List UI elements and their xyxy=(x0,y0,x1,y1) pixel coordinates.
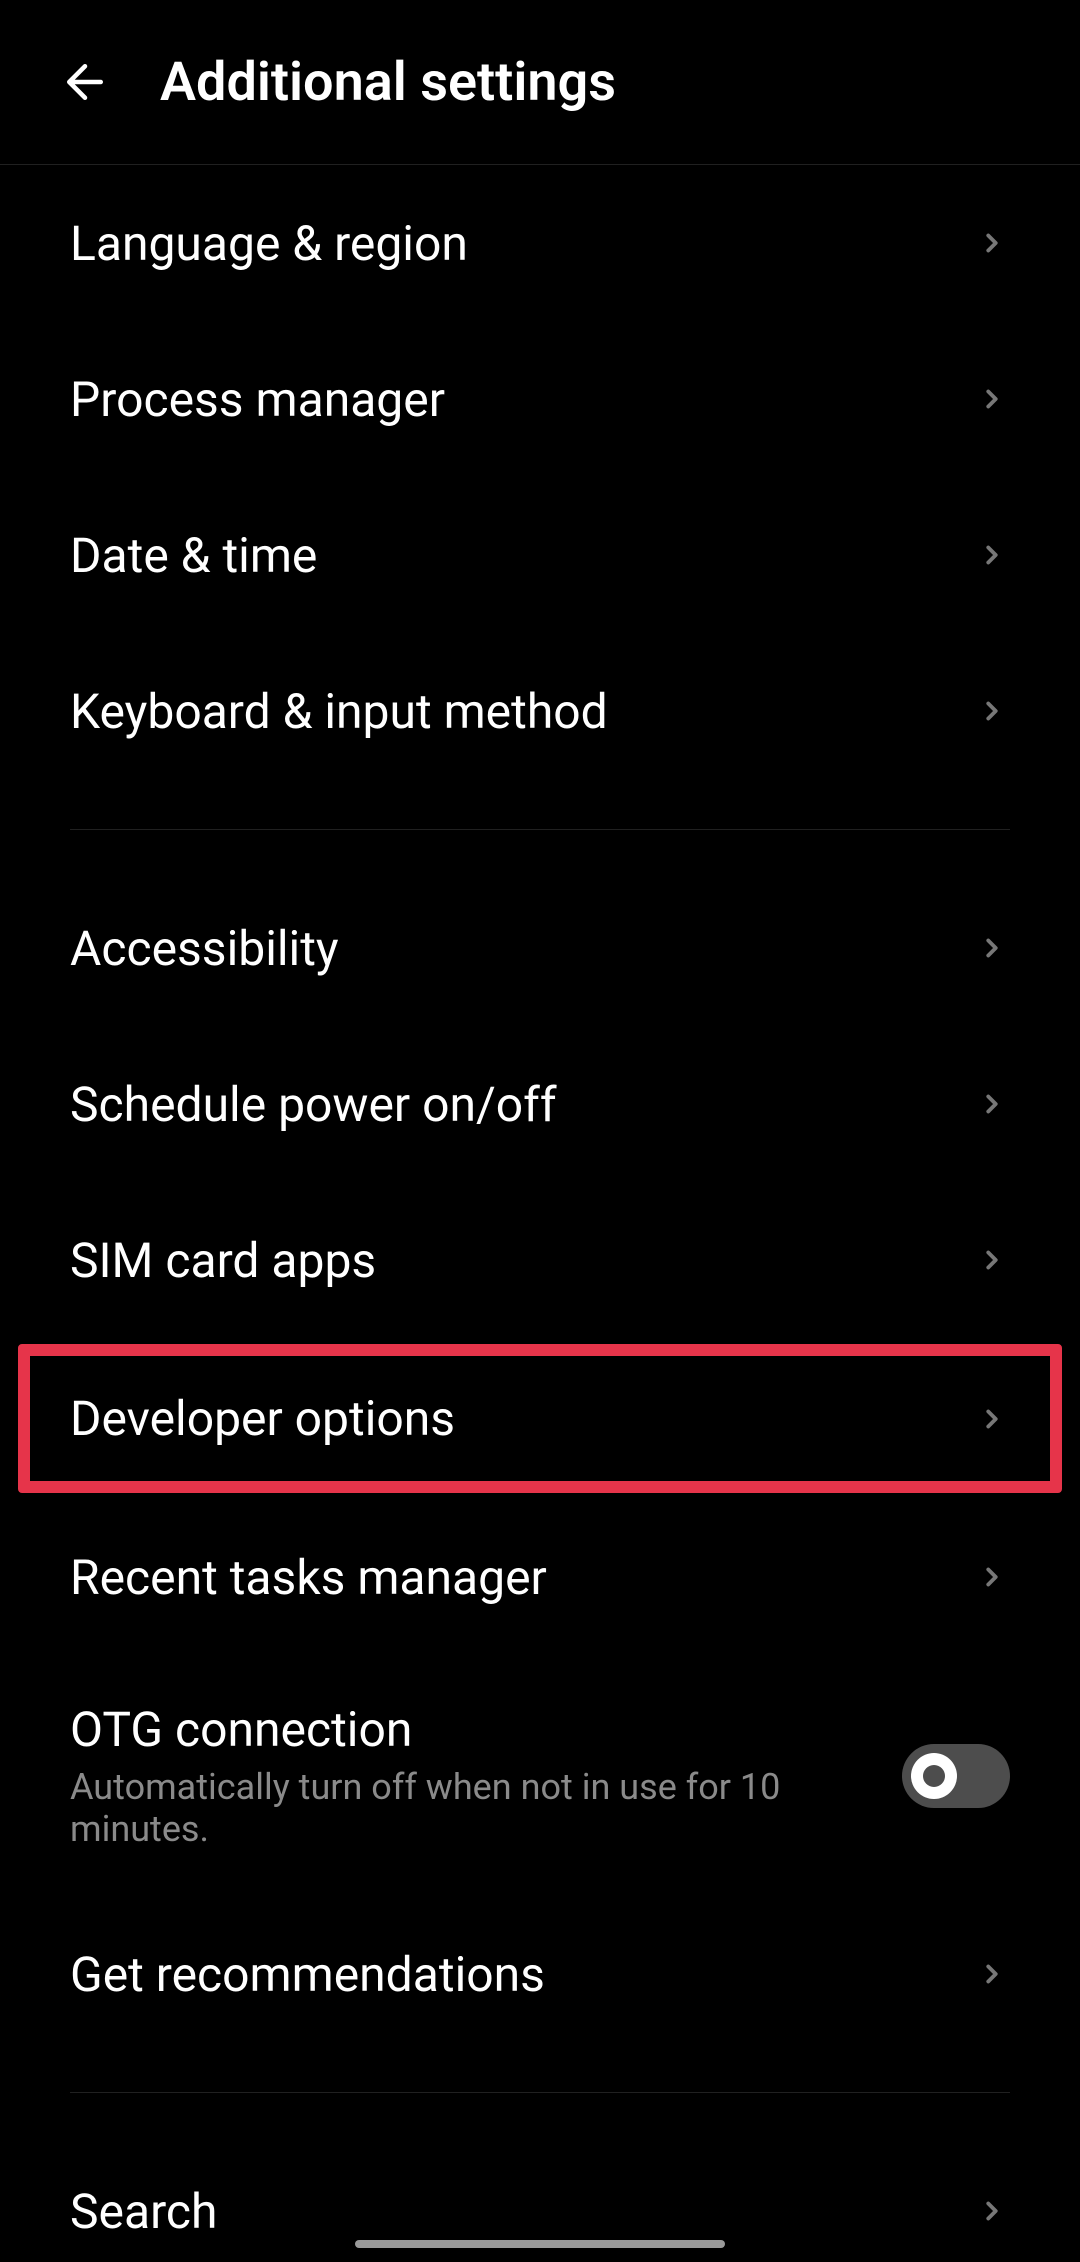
chevron-right-icon xyxy=(974,1086,1010,1122)
chevron-right-icon xyxy=(974,1956,1010,1992)
toggle-knob xyxy=(911,1753,957,1799)
section-divider xyxy=(70,2092,1010,2093)
chevron-right-icon xyxy=(974,381,1010,417)
row-keyboard-input[interactable]: Keyboard & input method xyxy=(0,633,1080,789)
chevron-right-icon xyxy=(974,2193,1010,2229)
chevron-right-icon xyxy=(974,1401,1010,1437)
back-button[interactable] xyxy=(50,47,120,117)
header: Additional settings xyxy=(0,0,1080,165)
row-process-manager[interactable]: Process manager xyxy=(0,321,1080,477)
row-developer-options[interactable]: Developer options xyxy=(30,1356,1050,1481)
row-sim-card-apps[interactable]: SIM card apps xyxy=(0,1182,1080,1338)
chevron-right-icon xyxy=(974,693,1010,729)
row-date-time[interactable]: Date & time xyxy=(0,477,1080,633)
row-recent-tasks[interactable]: Recent tasks manager xyxy=(0,1499,1080,1655)
chevron-right-icon xyxy=(974,537,1010,573)
otg-toggle[interactable] xyxy=(902,1744,1010,1808)
row-sublabel: Automatically turn off when not in use f… xyxy=(70,1766,902,1850)
row-language-region[interactable]: Language & region xyxy=(0,165,1080,321)
row-label: Process manager xyxy=(70,371,445,428)
home-indicator[interactable] xyxy=(355,2240,725,2248)
row-otg-connection[interactable]: OTG connection Automatically turn off wh… xyxy=(0,1655,1080,1896)
chevron-right-icon xyxy=(974,1559,1010,1595)
row-label: OTG connection xyxy=(70,1701,902,1758)
row-accessibility[interactable]: Accessibility xyxy=(0,870,1080,1026)
row-label: Search xyxy=(70,2183,217,2240)
row-label: SIM card apps xyxy=(70,1232,376,1289)
row-get-recommendations[interactable]: Get recommendations xyxy=(0,1896,1080,2052)
row-label: Recent tasks manager xyxy=(70,1549,547,1606)
row-label: Schedule power on/off xyxy=(70,1076,557,1133)
row-schedule-power[interactable]: Schedule power on/off xyxy=(0,1026,1080,1182)
chevron-right-icon xyxy=(974,1242,1010,1278)
chevron-right-icon xyxy=(974,930,1010,966)
row-label: Get recommendations xyxy=(70,1946,545,2003)
back-arrow-icon xyxy=(58,55,112,109)
settings-list: Language & region Process manager Date &… xyxy=(0,165,1080,2262)
row-label: Accessibility xyxy=(70,920,339,977)
row-label: Keyboard & input method xyxy=(70,683,608,740)
page-title: Additional settings xyxy=(160,51,616,114)
chevron-right-icon xyxy=(974,225,1010,261)
row-label: Date & time xyxy=(70,527,317,584)
section-divider xyxy=(70,829,1010,830)
row-label: Developer options xyxy=(70,1390,455,1447)
highlighted-row: Developer options xyxy=(18,1344,1062,1493)
row-label: Language & region xyxy=(70,215,468,272)
